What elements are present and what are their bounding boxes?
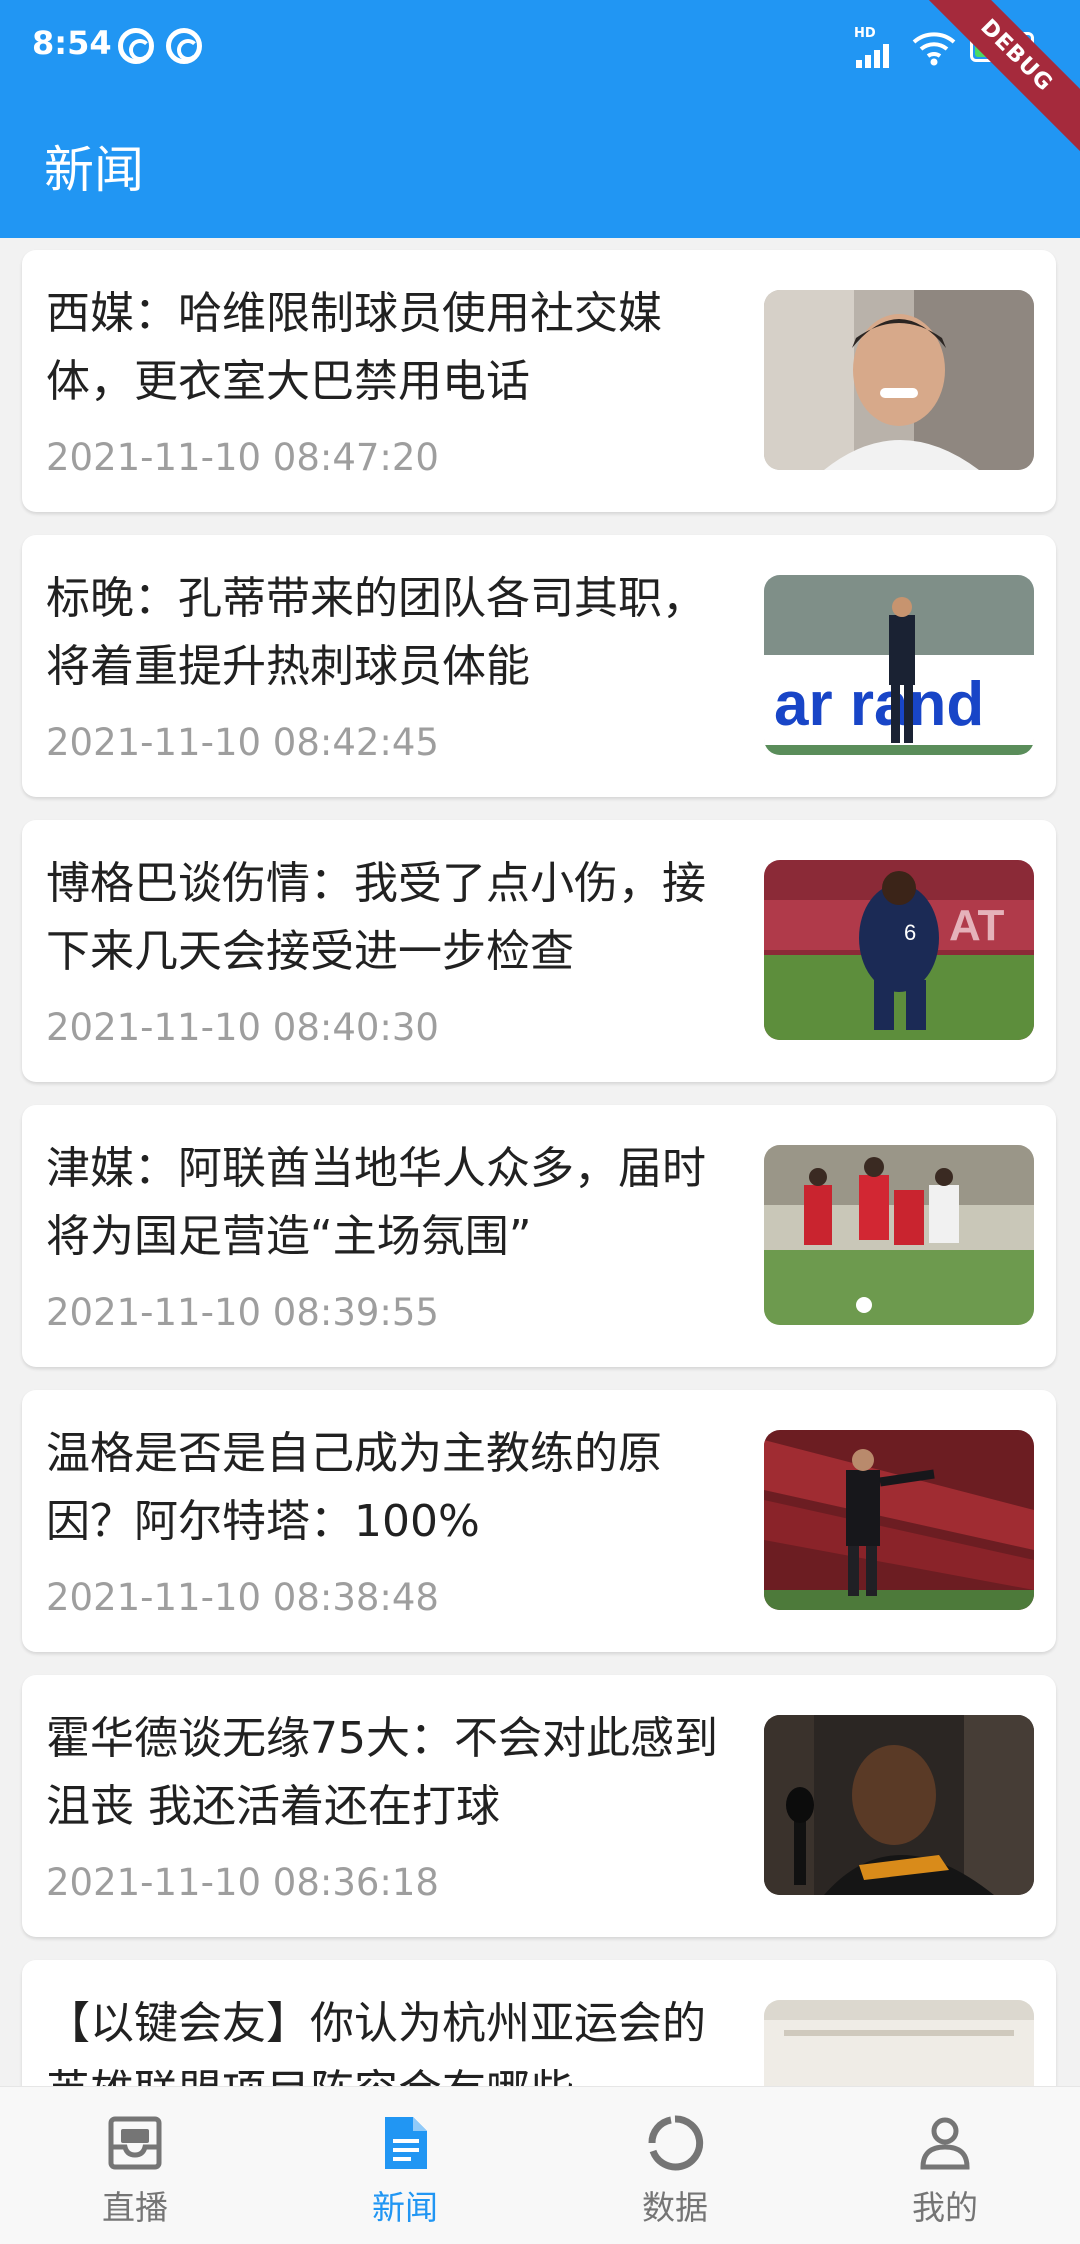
status-time: 8:54 <box>32 24 112 62</box>
status-bar: 8:54 HD 96 <box>0 0 1080 92</box>
news-card[interactable]: 西媒：哈维限制球员使用社交媒体，更衣室大巴禁用电话 2021-11-10 08:… <box>22 250 1056 512</box>
news-time: 2021-11-10 08:40:30 <box>46 1006 439 1049</box>
news-card[interactable]: 霍华德谈无缘75大：不会对此感到沮丧 我还活着还在打球 2021-11-10 0… <box>22 1675 1056 1937</box>
svg-text:ar rand: ar rand <box>774 670 984 739</box>
svg-text:6: 6 <box>904 920 916 945</box>
nav-item-live[interactable]: 直播 <box>0 2087 270 2244</box>
nav-label: 直播 <box>102 2188 168 2227</box>
news-card[interactable]: 标晚：孔蒂带来的团队各司其职，将着重提升热刺球员体能 2021-11-10 08… <box>22 535 1056 797</box>
news-title: 津媒：阿联酋当地华人众多，届时将为国足营造“主场氛围” <box>46 1143 706 1262</box>
news-thumbnail <box>764 290 1034 470</box>
svg-text:AT: AT <box>949 901 1005 950</box>
news-card[interactable]: 津媒：阿联酋当地华人众多，届时将为国足营造“主场氛围” 2021-11-10 0… <box>22 1105 1056 1367</box>
news-time: 2021-11-10 08:39:55 <box>46 1291 439 1334</box>
news-time: 2021-11-10 08:42:45 <box>46 721 439 764</box>
news-title: 温格是否是自己成为主教练的原因？阿尔特塔：100% <box>46 1428 662 1547</box>
news-thumbnail <box>764 1145 1034 1325</box>
notification-icon <box>118 28 154 64</box>
nav-label: 新闻 <box>372 2188 438 2227</box>
nav-label: 我的 <box>912 2188 978 2227</box>
news-thumbnail: AT 6 <box>764 860 1034 1040</box>
nav-item-profile[interactable]: 我的 <box>810 2087 1080 2244</box>
news-title: 标晚：孔蒂带来的团队各司其职，将着重提升热刺球员体能 <box>46 573 706 692</box>
news-thumbnail <box>764 2000 1034 2086</box>
app-bar: 8:54 HD 96 DEBUG 新闻 <box>0 0 1080 238</box>
nav-item-data[interactable]: 数据 <box>540 2087 810 2244</box>
news-thumbnail: ar rand <box>764 575 1034 755</box>
news-time: 2021-11-10 08:47:20 <box>46 436 439 479</box>
news-time: 2021-11-10 08:38:48 <box>46 1576 439 1619</box>
inbox-tv-icon <box>108 2116 162 2170</box>
news-list[interactable]: 西媒：哈维限制球员使用社交媒体，更衣室大巴禁用电话 2021-11-10 08:… <box>0 238 1080 2086</box>
news-card[interactable]: 温格是否是自己成为主教练的原因？阿尔特塔：100% 2021-11-10 08:… <box>22 1390 1056 1652</box>
news-card[interactable]: 博格巴谈伤情：我受了点小伤，接下来几天会接受进一步检查 2021-11-10 0… <box>22 820 1056 1082</box>
news-thumbnail <box>764 1430 1034 1610</box>
news-title: 博格巴谈伤情：我受了点小伤，接下来几天会接受进一步检查 <box>46 858 706 977</box>
network-type: HD <box>854 26 876 41</box>
nav-label: 数据 <box>642 2188 708 2227</box>
bottom-nav: 直播 新闻 数据 我的 <box>0 2086 1080 2244</box>
news-time: 2021-11-10 08:36:18 <box>46 1861 439 1904</box>
nav-item-news[interactable]: 新闻 <box>270 2087 540 2244</box>
ring-chart-icon <box>648 2115 704 2171</box>
news-title: 【以键会友】你认为杭州亚运会的英雄联盟项目阵容会有哪些 <box>46 1998 706 2086</box>
news-card[interactable]: 【以键会友】你认为杭州亚运会的英雄联盟项目阵容会有哪些 <box>22 1960 1056 2086</box>
news-thumbnail <box>764 1715 1034 1895</box>
news-title: 霍华德谈无缘75大：不会对此感到沮丧 我还活着还在打球 <box>46 1713 718 1832</box>
wifi-icon <box>912 32 956 66</box>
notification-icon-2 <box>166 28 202 64</box>
signal-icon <box>856 44 889 68</box>
document-icon <box>385 2117 427 2169</box>
news-title: 西媒：哈维限制球员使用社交媒体，更衣室大巴禁用电话 <box>46 288 662 407</box>
page-title: 新闻 <box>44 141 144 199</box>
person-icon <box>920 2117 970 2170</box>
